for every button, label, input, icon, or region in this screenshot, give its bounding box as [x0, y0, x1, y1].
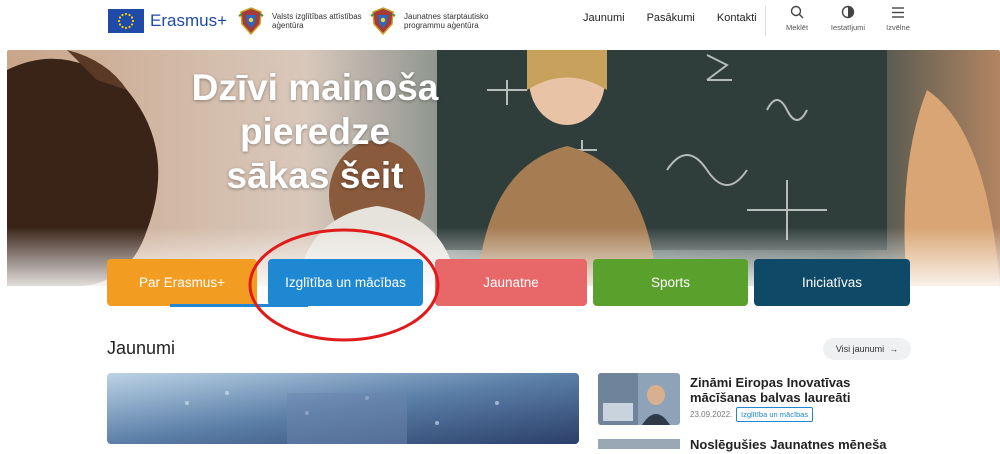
brand-text: Erasmus+: [150, 11, 227, 30]
search-icon: [790, 5, 804, 19]
news-headline-2[interactable]: Noslēgušies Jaunatnes mēneša: [690, 437, 915, 452]
tab-about-erasmus[interactable]: Par Erasmus+: [107, 259, 257, 306]
menu-button[interactable]: Izvēlne: [876, 5, 920, 32]
tab-youth[interactable]: Jaunatne: [435, 259, 587, 306]
menu-label: Izvēlne: [886, 23, 910, 32]
hero-title-line-2: sākas šeit: [226, 155, 404, 196]
eu-flag-icon: [108, 9, 144, 33]
erasmus-logo[interactable]: Erasmus+: [108, 9, 227, 33]
coat-of-arms-icon: [370, 7, 396, 36]
category-tabs: Par Erasmus+ Izglītība un mācības Jaunat…: [107, 259, 912, 306]
coat-of-arms-icon: [238, 7, 264, 36]
news-category-tag[interactable]: Izglītība un mācības: [736, 407, 814, 422]
all-news-button[interactable]: Visi jaunumi →: [823, 338, 911, 360]
tab-sports[interactable]: Sports: [593, 259, 748, 306]
menu-icon: [892, 7, 904, 18]
nav-link-news[interactable]: Jaunumi: [583, 12, 625, 24]
news-section-title: Jaunumi: [107, 338, 176, 358]
settings-label: Iestatījumi: [830, 23, 866, 32]
site-header: Erasmus+ Valsts izglītības attīstības aģ…: [0, 0, 1000, 44]
contrast-icon: [841, 5, 855, 19]
all-news-label: Visi jaunumi: [835, 344, 885, 354]
search-label: Meklēt: [785, 23, 809, 32]
featured-news-photo: [107, 373, 579, 444]
nav-link-contacts[interactable]: Kontakti: [717, 12, 757, 24]
agency-jspa[interactable]: Jaunatnes starptautisko programmu aģentū…: [368, 6, 514, 36]
news-thumbnail: [598, 373, 680, 425]
hero-title-line-1: Dzīvi mainoša pieredze: [191, 67, 439, 152]
news-thumbnail-2[interactable]: [598, 436, 680, 449]
settings-button[interactable]: Iestatījumi: [826, 5, 870, 32]
hero-title: Dzīvi mainoša pieredze sākas šeit: [115, 66, 515, 198]
agency-name: Valsts izglītības attīstības aģentūra: [272, 12, 362, 30]
agency-name: Jaunatnes starptautisko programmu aģentū…: [404, 12, 489, 30]
tab-initiatives[interactable]: Iniciatīvas: [754, 259, 910, 306]
search-button[interactable]: Meklēt: [775, 5, 819, 32]
arrow-right-icon: →: [889, 344, 899, 354]
hero-banner: Dzīvi mainoša pieredze sākas šeit: [7, 50, 1000, 286]
featured-news-image[interactable]: [107, 373, 579, 444]
top-navigation: Jaunumi Pasākumi Kontakti: [583, 12, 757, 24]
nav-link-events[interactable]: Pasākumi: [647, 12, 695, 24]
agency-viaa[interactable]: Valsts izglītības attīstības aģentūra: [236, 6, 382, 36]
highlight-ellipse: [248, 228, 440, 342]
news-date: 23.09.2022.: [690, 410, 733, 419]
header-divider: [765, 6, 766, 36]
news-headline[interactable]: Zināmi Eiropas Inovatīvas mācīšanas balv…: [690, 375, 915, 405]
